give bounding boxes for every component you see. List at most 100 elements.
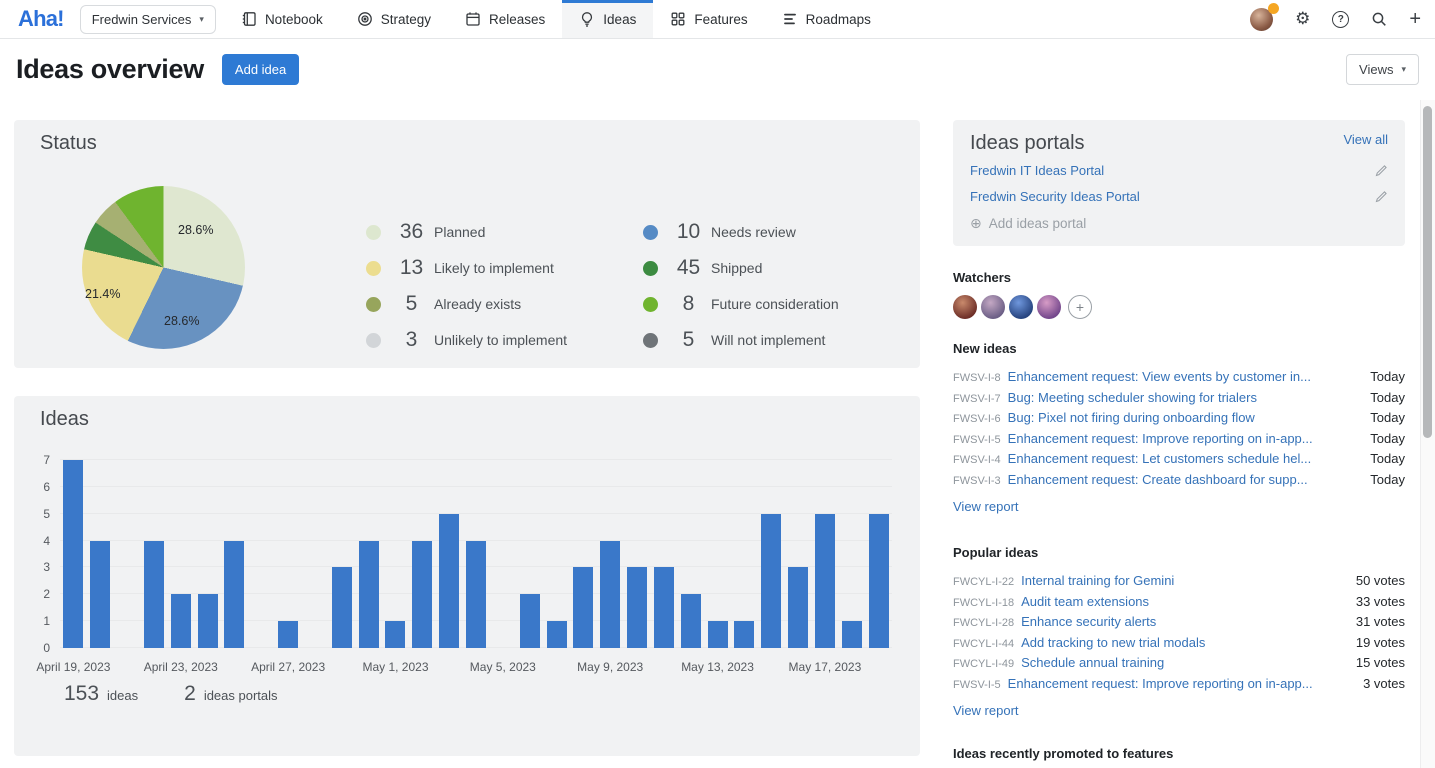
nav-item-roadmaps[interactable]: Roadmaps <box>765 0 888 38</box>
idea-link[interactable]: Enhancement request: Improve reporting o… <box>1008 676 1353 691</box>
user-avatar[interactable] <box>1250 8 1273 31</box>
nav-utilities: ⚙ ? + <box>1250 0 1421 38</box>
idea-link[interactable]: Schedule annual training <box>1021 655 1346 670</box>
portals-header: Ideas portals View all <box>970 132 1388 154</box>
list-item: FWCYL-I-28 Enhance security alerts 31 vo… <box>953 614 1405 635</box>
legend-item: 10 Needs review <box>643 214 839 250</box>
legend-count: 10 <box>675 220 702 244</box>
idea-link[interactable]: Enhancement request: Let customers sched… <box>1008 451 1361 466</box>
nav-item-notebook[interactable]: Notebook <box>224 0 340 38</box>
search-button[interactable] <box>1371 11 1387 27</box>
legend-count: 13 <box>398 256 425 280</box>
bar <box>412 541 432 648</box>
legend-label: Shipped <box>711 260 762 276</box>
idea-votes: 19 votes <box>1356 635 1405 650</box>
releases-icon <box>465 11 481 27</box>
plus-icon: + <box>1409 9 1421 29</box>
idea-link[interactable]: Bug: Pixel not firing during onboarding … <box>1008 410 1361 425</box>
bar <box>573 567 593 648</box>
bar <box>90 541 110 648</box>
new-ideas-title: New ideas <box>953 341 1405 357</box>
bar <box>869 514 889 648</box>
search-icon <box>1371 11 1387 27</box>
views-button[interactable]: Views ▾ <box>1346 54 1419 85</box>
y-axis-tick-label: 4 <box>22 534 50 548</box>
idea-link[interactable]: Internal training for Gemini <box>1021 573 1346 588</box>
legend-item: 45 Shipped <box>643 250 839 286</box>
add-ideas-portal-button[interactable]: ⊕ Add ideas portal <box>970 214 1388 233</box>
idea-ref: FWCYL-I-22 <box>953 576 1014 588</box>
x-axis-tick-label: May 5, 2023 <box>470 660 536 674</box>
nav-item-releases[interactable]: Releases <box>448 0 562 38</box>
view-report-link[interactable]: View report <box>953 703 1019 718</box>
lightbulb-icon <box>579 11 595 27</box>
idea-link[interactable]: Bug: Meeting scheduler showing for trial… <box>1008 390 1361 405</box>
edit-pencil-icon[interactable] <box>1374 190 1388 204</box>
portal-link[interactable]: Fredwin IT Ideas Portal <box>970 163 1374 178</box>
idea-link[interactable]: Enhancement request: Improve reporting o… <box>1008 431 1361 446</box>
y-axis-tick-label: 5 <box>22 507 50 521</box>
idea-votes: 3 votes <box>1363 676 1405 691</box>
nav-item-ideas[interactable]: Ideas <box>562 0 653 38</box>
bar <box>842 621 862 648</box>
legend-color-dot <box>366 225 381 240</box>
nav-item-label: Ideas <box>603 12 636 27</box>
idea-link[interactable]: Enhance security alerts <box>1021 614 1346 629</box>
legend-column: 10 Needs review 45 Shipped 8 Future cons… <box>643 214 839 358</box>
y-axis-tick-label: 1 <box>22 614 50 628</box>
view-report-link[interactable]: View report <box>953 499 1019 514</box>
nav-item-label: Roadmaps <box>806 12 871 27</box>
legend-color-dot <box>366 297 381 312</box>
nav-item-strategy[interactable]: Strategy <box>340 0 448 38</box>
list-item: FWSV-I-8 Enhancement request: View event… <box>953 369 1405 390</box>
ideas-bar-plot: 01234567April 19, 2023April 23, 2023Apri… <box>60 460 892 648</box>
idea-link[interactable]: Add tracking to new trial modals <box>1021 635 1346 650</box>
idea-ref: FWCYL-I-18 <box>953 597 1014 609</box>
idea-ref: FWSV-I-5 <box>953 434 1001 446</box>
ideas-count-stat: 153 ideas <box>64 682 138 706</box>
settings-button[interactable]: ⚙ <box>1295 11 1310 28</box>
plus-icon: + <box>1076 299 1084 315</box>
scrollbar-thumb[interactable] <box>1423 106 1432 438</box>
roadmaps-icon <box>782 11 798 27</box>
legend-count: 8 <box>675 292 702 316</box>
idea-ref: FWCYL-I-28 <box>953 617 1014 629</box>
idea-link[interactable]: Enhancement request: View events by cust… <box>1008 369 1361 384</box>
watcher-avatar[interactable] <box>981 295 1005 319</box>
add-watcher-button[interactable]: + <box>1068 295 1092 319</box>
x-axis-tick-label: April 23, 2023 <box>144 660 218 674</box>
watcher-avatar[interactable] <box>1009 295 1033 319</box>
idea-votes: 15 votes <box>1356 655 1405 670</box>
x-axis-tick-label: May 9, 2023 <box>577 660 643 674</box>
add-button[interactable]: + <box>1409 9 1421 29</box>
add-idea-button[interactable]: Add idea <box>222 54 299 85</box>
stat-label: ideas portals <box>204 688 278 703</box>
popular-ideas-rows: FWCYL-I-22 Internal training for Gemini … <box>953 573 1405 696</box>
idea-ref: FWCYL-I-49 <box>953 658 1014 670</box>
watchers-avatars: + <box>953 295 1405 319</box>
idea-meta: Today <box>1370 410 1405 425</box>
portal-link[interactable]: Fredwin Security Ideas Portal <box>970 189 1374 204</box>
bar <box>761 514 781 648</box>
watcher-avatar[interactable] <box>953 295 977 319</box>
idea-votes: 31 votes <box>1356 614 1405 629</box>
aha-logo[interactable]: Aha! <box>18 6 64 32</box>
legend-label: Will not implement <box>711 332 825 348</box>
view-all-link[interactable]: View all <box>1343 132 1388 147</box>
legend-color-dot <box>643 333 658 348</box>
workspace-selector[interactable]: Fredwin Services ▾ <box>80 5 216 34</box>
nav-item-label: Features <box>694 12 747 27</box>
edit-pencil-icon[interactable] <box>1374 164 1388 178</box>
nav-item-features[interactable]: Features <box>653 0 764 38</box>
idea-link[interactable]: Audit team extensions <box>1021 594 1346 609</box>
notebook-icon <box>241 11 257 27</box>
help-icon: ? <box>1332 11 1349 28</box>
nav-item-label: Strategy <box>381 12 431 27</box>
idea-votes: 33 votes <box>1356 594 1405 609</box>
watcher-avatar[interactable] <box>1037 295 1061 319</box>
list-item: FWCYL-I-49 Schedule annual training 15 v… <box>953 655 1405 676</box>
idea-ref: FWSV-I-5 <box>953 679 1001 691</box>
legend-item: 5 Will not implement <box>643 322 839 358</box>
help-button[interactable]: ? <box>1332 11 1349 28</box>
idea-link[interactable]: Enhancement request: Create dashboard fo… <box>1008 472 1361 487</box>
